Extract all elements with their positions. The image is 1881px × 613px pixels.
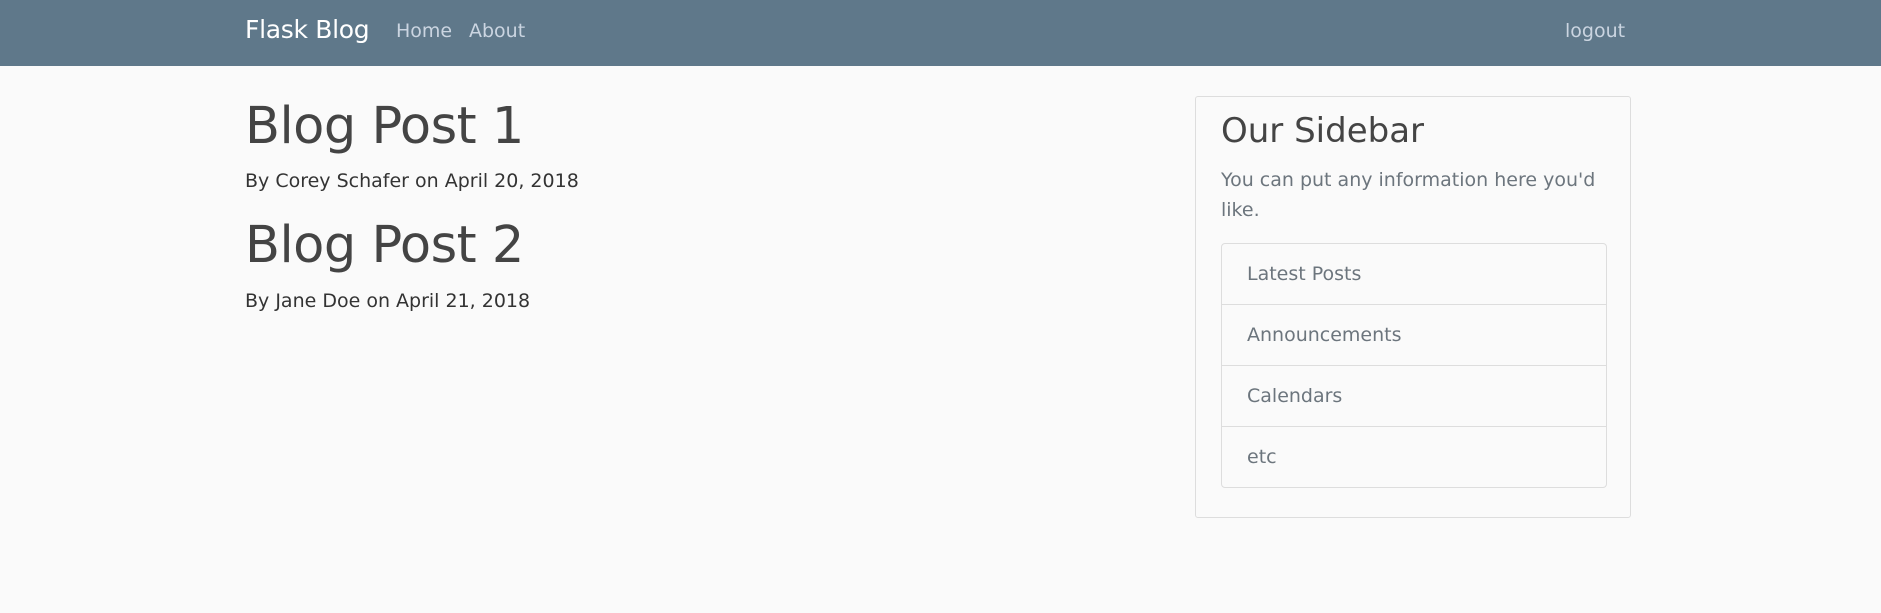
post-meta: By Jane Doe on April 21, 2018 [245, 290, 531, 312]
post-title: Blog Post 1 [245, 97, 524, 156]
nav-link-about[interactable]: About [469, 20, 525, 42]
post-title: Blog Post 2 [245, 216, 524, 275]
sidebar-item-calendars[interactable]: Calendars [1222, 365, 1606, 426]
brand-link[interactable]: Flask Blog [245, 15, 370, 44]
sidebar-item-announcements[interactable]: Announcements [1222, 304, 1606, 365]
sidebar-list: Latest Posts Announcements Calendars etc [1221, 243, 1607, 488]
sidebar-description: You can put any information here you'd l… [1221, 169, 1596, 221]
top-navbar: Flask Blog Home About logout [0, 0, 1881, 66]
sidebar-item-latest-posts[interactable]: Latest Posts [1222, 244, 1606, 304]
sidebar-title: Our Sidebar [1221, 111, 1425, 151]
sidebar-item-etc[interactable]: etc [1222, 426, 1606, 487]
post-meta: By Corey Schafer on April 20, 2018 [245, 170, 579, 192]
logout-link[interactable]: logout [1565, 20, 1625, 42]
nav-link-home[interactable]: Home [396, 20, 452, 42]
sidebar-card: Our Sidebar You can put any information … [1195, 96, 1631, 518]
